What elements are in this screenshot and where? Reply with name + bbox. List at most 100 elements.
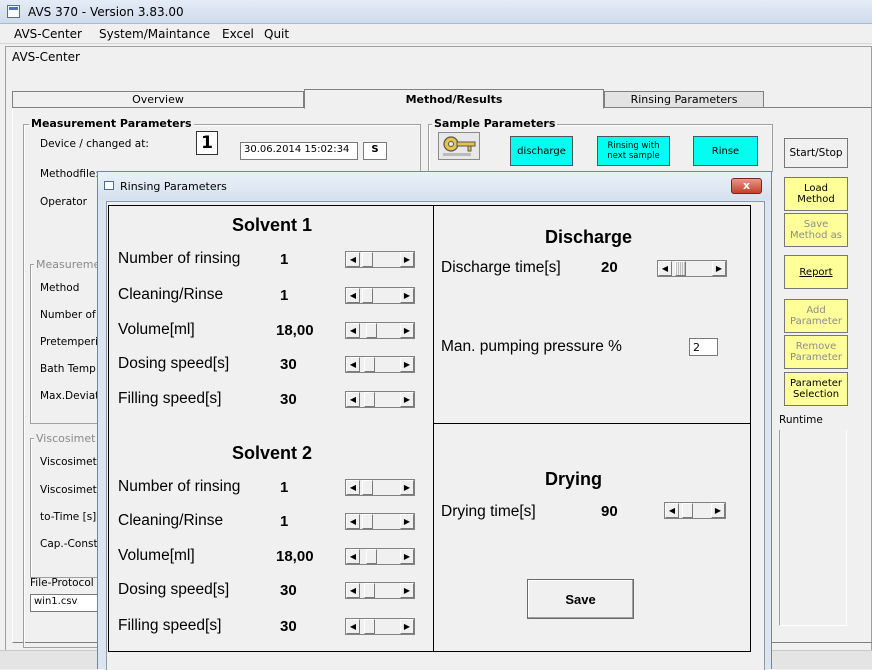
scroll-thumb[interactable] — [682, 503, 693, 518]
arrow-right-icon[interactable]: ▶ — [400, 549, 414, 564]
to-time-label: to-Time [s] — [40, 511, 97, 523]
drying-time-label: Drying time[s] — [441, 503, 536, 520]
scroll-thumb[interactable] — [364, 619, 375, 634]
file-protocol-field[interactable]: win1.csv — [30, 594, 100, 612]
app-icon — [7, 5, 20, 18]
load-method-label-2: Method — [797, 194, 835, 205]
arrow-right-icon[interactable]: ▶ — [400, 252, 414, 267]
scroll-thumb[interactable] — [362, 252, 373, 267]
scroll-thumb[interactable] — [362, 288, 373, 303]
measurement-parameters-title: Measurement Parameters — [29, 117, 194, 130]
s2-filling-speed-scrollbar[interactable]: ◀ ▶ — [345, 618, 415, 635]
arrow-left-icon[interactable]: ◀ — [346, 323, 360, 338]
arrow-left-icon[interactable]: ◀ — [346, 392, 360, 407]
arrow-left-icon[interactable]: ◀ — [346, 583, 360, 598]
arrow-left-icon[interactable]: ◀ — [346, 549, 360, 564]
arrow-right-icon[interactable]: ▶ — [400, 583, 414, 598]
s2-cleaning-rinse-scrollbar[interactable]: ◀ ▶ — [345, 513, 415, 530]
arrow-left-icon[interactable]: ◀ — [346, 514, 360, 529]
menu-quit[interactable]: Quit — [264, 27, 289, 41]
max-deviation-label: Max.Deviat — [40, 390, 100, 402]
s1-dosing-speed-scrollbar[interactable]: ◀ ▶ — [345, 356, 415, 373]
save-method-as-button[interactable]: Save Method as — [784, 213, 848, 247]
remove-parameter-button[interactable]: Remove Parameter — [784, 335, 848, 369]
tab-method-results[interactable]: Method/Results — [304, 89, 604, 109]
s1-volume-value: 18,00 — [276, 322, 314, 339]
arrow-right-icon[interactable]: ▶ — [711, 503, 725, 518]
parameter-selection-label-2: Selection — [792, 389, 840, 400]
number-label: Number of — [40, 309, 96, 321]
s2-volume-scrollbar[interactable]: ◀ ▶ — [345, 548, 415, 565]
save-method-label-1: Save — [803, 219, 829, 230]
arrow-left-icon[interactable]: ◀ — [346, 619, 360, 634]
discharge-time-scrollbar[interactable]: ◀ ▶ — [657, 260, 727, 277]
discharge-button[interactable]: discharge — [510, 136, 573, 166]
scroll-thumb[interactable] — [364, 357, 375, 372]
s1-volume-label: Volume[ml] — [118, 321, 195, 338]
scroll-thumb[interactable] — [364, 583, 375, 598]
rinsing-next-sample-button[interactable]: Rinsing with next sample — [597, 136, 670, 166]
arrow-left-icon[interactable]: ◀ — [346, 288, 360, 303]
dialog-titlebar: Rinsing Parameters x — [98, 172, 771, 200]
close-icon[interactable]: x — [731, 178, 762, 194]
arrow-right-icon[interactable]: ▶ — [400, 323, 414, 338]
scroll-thumb[interactable] — [364, 392, 375, 407]
arrow-left-icon[interactable]: ◀ — [658, 261, 672, 276]
s2-dosing-speed-value: 30 — [280, 582, 297, 599]
window-titlebar: AVS 370 - Version 3.83.00 — [0, 0, 872, 24]
drying-title: Drying — [545, 469, 603, 489]
s2-number-of-rinsing-scrollbar[interactable]: ◀ ▶ — [345, 479, 415, 496]
scroll-thumb[interactable] — [675, 261, 686, 276]
s1-volume-scrollbar[interactable]: ◀ ▶ — [345, 322, 415, 339]
arrow-left-icon[interactable]: ◀ — [665, 503, 679, 518]
pretempering-label: Pretemperi — [40, 336, 98, 348]
parameter-selection-button[interactable]: Parameter Selection — [784, 372, 848, 406]
add-parameter-label-1: Add — [806, 305, 826, 316]
s2-volume-value: 18,00 — [276, 548, 314, 565]
load-method-button[interactable]: Load Method — [784, 177, 848, 211]
drying-time-scrollbar[interactable]: ◀ ▶ — [664, 502, 726, 519]
add-parameter-button[interactable]: Add Parameter — [784, 299, 848, 333]
save-button[interactable]: Save — [527, 579, 634, 619]
menu-system-maintance[interactable]: System/Maintance — [99, 27, 210, 41]
s1-dosing-speed-value: 30 — [280, 356, 297, 373]
runtime-label: Runtime — [779, 414, 823, 426]
s2-number-of-rinsing-value: 1 — [280, 479, 289, 496]
menu-avs-center[interactable]: AVS-Center — [14, 27, 82, 41]
s-field[interactable]: S — [363, 142, 387, 160]
s1-cleaning-rinse-value: 1 — [280, 287, 289, 304]
s1-filling-speed-scrollbar[interactable]: ◀ ▶ — [345, 391, 415, 408]
scroll-thumb[interactable] — [362, 480, 373, 495]
arrow-right-icon[interactable]: ▶ — [712, 261, 726, 276]
arrow-right-icon[interactable]: ▶ — [400, 357, 414, 372]
cap-const-label: Cap.-Const — [40, 538, 98, 550]
start-stop-button[interactable]: Start/Stop — [784, 138, 848, 168]
s1-number-of-rinsing-scrollbar[interactable]: ◀ ▶ — [345, 251, 415, 268]
tab-rinsing-parameters[interactable]: Rinsing Parameters — [604, 91, 764, 108]
s1-number-of-rinsing-value: 1 — [280, 251, 289, 268]
discharge-time-value: 20 — [601, 259, 618, 276]
s2-dosing-speed-scrollbar[interactable]: ◀ ▶ — [345, 582, 415, 599]
scroll-thumb[interactable] — [362, 514, 373, 529]
parameter-selection-label-1: Parameter — [789, 378, 843, 389]
arrow-right-icon[interactable]: ▶ — [400, 480, 414, 495]
arrow-right-icon[interactable]: ▶ — [400, 288, 414, 303]
s1-dosing-speed-label: Dosing speed[s] — [118, 355, 230, 372]
arrow-left-icon[interactable]: ◀ — [346, 357, 360, 372]
scroll-thumb[interactable] — [366, 549, 377, 564]
arrow-right-icon[interactable]: ▶ — [400, 392, 414, 407]
rinse-button[interactable]: Rinse — [693, 136, 758, 166]
tab-overview[interactable]: Overview — [12, 91, 304, 108]
scroll-thumb[interactable] — [366, 323, 377, 338]
remove-parameter-label-2: Parameter — [789, 352, 843, 363]
menu-excel[interactable]: Excel — [222, 27, 254, 41]
arrow-left-icon[interactable]: ◀ — [346, 252, 360, 267]
s2-filling-speed-value: 30 — [280, 618, 297, 635]
arrow-right-icon[interactable]: ▶ — [400, 514, 414, 529]
key-icon[interactable] — [438, 132, 480, 160]
arrow-right-icon[interactable]: ▶ — [400, 619, 414, 634]
report-button[interactable]: Report — [784, 255, 848, 289]
pumping-pressure-input[interactable]: 2 — [689, 338, 718, 356]
s1-cleaning-rinse-scrollbar[interactable]: ◀ ▶ — [345, 287, 415, 304]
arrow-left-icon[interactable]: ◀ — [346, 480, 360, 495]
